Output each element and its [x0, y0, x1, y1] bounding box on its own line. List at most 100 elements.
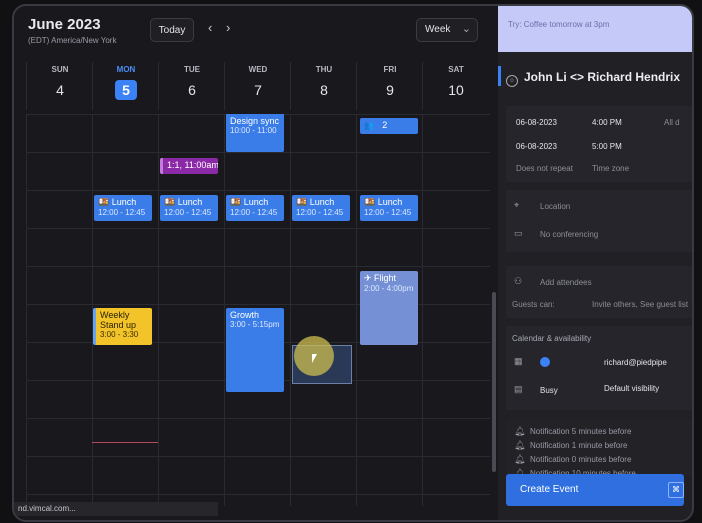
event-time: 3:00 - 5:15pm	[230, 320, 280, 329]
event-title-input[interactable]: ☺ John Li <> Richard Hendrix	[506, 70, 680, 87]
calendar-availability-label: Calendar & availability	[512, 334, 592, 343]
chevron-left-icon[interactable]: ‹	[208, 20, 212, 35]
hour-line	[26, 228, 490, 229]
event-lunch-thu[interactable]: 🍱 Lunch 12:00 - 12:45	[292, 195, 350, 221]
add-attendees-input[interactable]: Add attendees	[540, 278, 592, 287]
day-column-line	[290, 114, 291, 506]
hour-line	[26, 418, 490, 419]
event-one-on-one[interactable]: 1:1, 11:00am	[160, 158, 218, 174]
natural-language-input[interactable]: Try: Coffee tomorrow at 3pm	[498, 6, 692, 52]
datetime-section: 06-08-2023 4:00 PM All d 06-08-2023 5:00…	[506, 106, 692, 182]
notifications-section: 🔔︎ Notification 5 minutes before 🔔︎ Noti…	[506, 420, 692, 478]
status-url: nd.vimcal.com...	[14, 502, 218, 516]
view-select[interactable]: Week ⌄	[416, 18, 478, 42]
day-header-wed[interactable]: WED 7	[224, 62, 291, 110]
event-time: 12:00 - 12:45	[230, 208, 278, 217]
guests-can-label: Guests can:	[512, 300, 555, 309]
attendees-section: ⚇ Add attendees Guests can: Invite other…	[506, 266, 692, 318]
day-number: 7	[254, 82, 262, 98]
calendar-color-dot[interactable]	[540, 357, 550, 367]
start-date[interactable]: 06-08-2023	[516, 118, 557, 127]
day-header-sat[interactable]: SAT 10	[422, 62, 489, 110]
event-title: 1:1, 11:00am	[167, 160, 218, 170]
chevron-right-icon[interactable]: ›	[226, 20, 230, 35]
event-design-sync[interactable]: Design sync 10:00 - 11:00	[226, 114, 284, 152]
day-number: 6	[188, 82, 196, 98]
location-input[interactable]: Location	[540, 202, 570, 211]
visibility-select[interactable]: Default visibility	[604, 384, 659, 393]
people-icon: ⚇	[514, 276, 523, 286]
notification-item[interactable]: Notification 5 minutes before	[530, 427, 631, 436]
calendar-select[interactable]: richard@piedpipe	[604, 358, 667, 367]
day-column-line	[158, 114, 159, 506]
day-header-thu[interactable]: THU 8	[290, 62, 357, 110]
day-name: SAT	[448, 65, 464, 74]
event-weekly-standup[interactable]: Weekly Stand up 3:00 - 3:30	[93, 308, 152, 345]
all-day-toggle[interactable]: All d	[664, 118, 680, 127]
end-date[interactable]: 06-08-2023	[516, 142, 557, 151]
day-header-sun[interactable]: SUN 4	[26, 62, 93, 110]
hour-line	[26, 266, 490, 267]
event-title: ✈ Flight	[364, 273, 397, 283]
day-header-fri[interactable]: FRI 9	[356, 62, 423, 110]
day-name: FRI	[383, 65, 397, 74]
day-column-line	[422, 114, 423, 506]
end-time[interactable]: 5:00 PM	[592, 142, 622, 151]
event-lunch-fri[interactable]: 🍱 Lunch 12:00 - 12:45	[360, 195, 418, 221]
start-time[interactable]: 4:00 PM	[592, 118, 622, 127]
location-pin-icon: ⌖	[514, 200, 520, 210]
event-lunch-wed[interactable]: 🍱 Lunch 12:00 - 12:45	[226, 195, 284, 221]
event-growth[interactable]: Growth 3:00 - 5:15pm	[226, 308, 284, 392]
calendar-availability-section: Calendar & availability ▦ richard@piedpi…	[506, 326, 692, 410]
hour-line	[26, 190, 490, 191]
conferencing-select[interactable]: No conferencing	[540, 230, 598, 239]
today-button[interactable]: Today	[150, 18, 194, 42]
calendar-view: June 2023 (EDT) America/New York Today ‹…	[14, 6, 498, 520]
day-name: WED	[248, 65, 268, 74]
create-event-button[interactable]: Create Event ⌘	[506, 474, 684, 506]
chevron-down-icon: ⌄	[461, 23, 471, 35]
bell-icon: 🔔︎	[514, 426, 526, 436]
keyboard-shortcut-icon: ⌘	[668, 482, 684, 498]
day-header-mon[interactable]: MON 5	[92, 62, 159, 110]
day-number: 9	[386, 82, 394, 98]
event-title: Weekly Stand up	[100, 310, 137, 330]
hour-line	[26, 152, 490, 153]
event-time: 2:00 - 4:00pm	[364, 284, 414, 293]
week-grid[interactable]: Design sync 10:00 - 11:00 👥 2 1:1, 11:00…	[26, 114, 490, 506]
event-time: 12:00 - 12:45	[296, 208, 344, 217]
calendar-scrollbar[interactable]	[492, 292, 496, 472]
event-lunch-mon[interactable]: 🍱 Lunch 12:00 - 12:45	[94, 195, 152, 221]
smile-icon[interactable]: ☺	[506, 75, 518, 87]
event-title: Growth	[230, 310, 260, 320]
app-window: June 2023 (EDT) America/New York Today ‹…	[12, 4, 694, 522]
event-time: 3:00 - 3:30	[100, 330, 139, 339]
bell-icon: 🔔︎	[514, 440, 526, 450]
repeat-select[interactable]: Does not repeat	[516, 164, 573, 173]
event-title: 🍱 Lunch	[164, 197, 203, 207]
title-accent	[498, 66, 501, 86]
busy-select[interactable]: Busy	[540, 386, 558, 395]
timezone-select[interactable]: Time zone	[592, 164, 629, 173]
create-event-label: Create Event	[520, 484, 579, 495]
event-title-text: John Li <> Richard Hendrix	[524, 70, 681, 84]
day-column-line	[26, 114, 27, 506]
event-lunch-tue[interactable]: 🍱 Lunch 12:00 - 12:45	[160, 195, 218, 221]
notification-item[interactable]: Notification 1 minute before	[530, 441, 627, 450]
event-fri-group[interactable]: 👥 2	[360, 118, 418, 134]
event-flight[interactable]: ✈ Flight 2:00 - 4:00pm	[360, 271, 418, 345]
notification-item[interactable]: Notification 0 minutes before	[530, 455, 631, 464]
event-time: 12:00 - 12:45	[98, 208, 146, 217]
event-panel: Try: Coffee tomorrow at 3pm ☺ John Li <> …	[498, 6, 692, 520]
day-name: SUN	[51, 65, 69, 74]
guest-permissions[interactable]: Invite others, See guest list	[592, 300, 688, 309]
calendar-header: June 2023 (EDT) America/New York Today ‹…	[14, 6, 498, 56]
day-name: TUE	[184, 65, 200, 74]
day-number: 4	[56, 82, 64, 98]
location-section: ⌖ Location ▭ No conferencing	[506, 190, 692, 252]
day-header-tue[interactable]: TUE 6	[158, 62, 225, 110]
pointer-cursor-icon	[312, 354, 317, 363]
timezone-label: (EDT) America/New York	[28, 36, 117, 45]
day-name: MON	[116, 65, 136, 74]
natural-language-placeholder: Try: Coffee tomorrow at 3pm	[508, 20, 610, 29]
